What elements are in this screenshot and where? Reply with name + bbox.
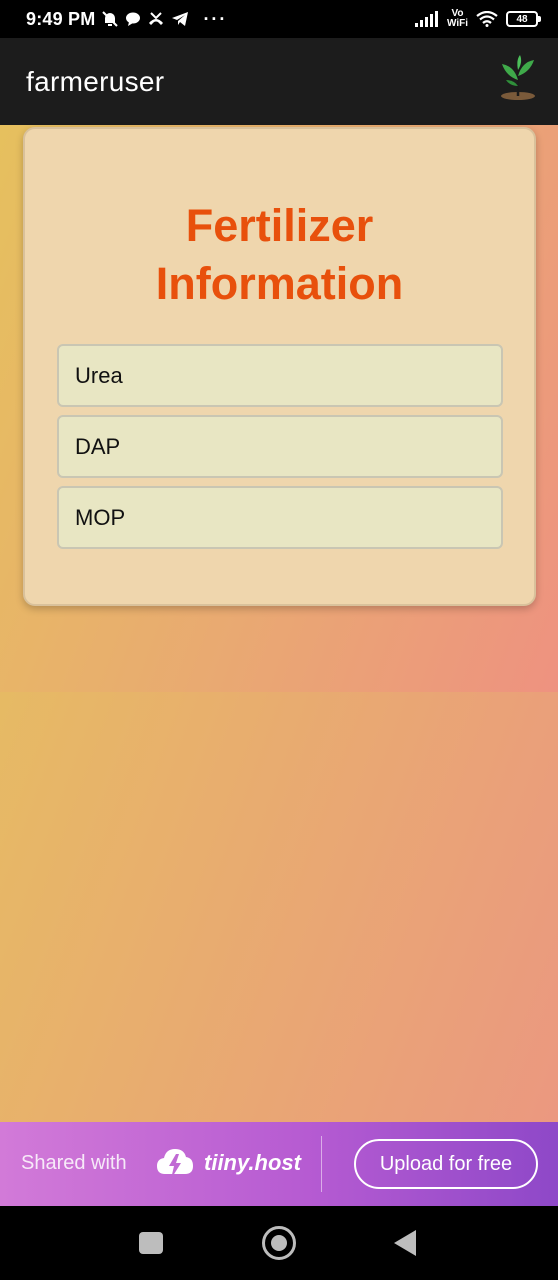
back-triangle-icon[interactable]: [394, 1230, 416, 1256]
tiiny-host-brand[interactable]: tiiny.host: [204, 1150, 301, 1176]
mute-icon: [101, 9, 119, 29]
card-title-line1: Fertilizer: [185, 200, 374, 251]
battery-icon: 48: [506, 11, 541, 27]
card-title-line2: Information: [155, 258, 404, 309]
content-area: Fertilizer Information Urea DAP MOP: [0, 125, 558, 1122]
status-time: 9:49 PM: [26, 8, 96, 29]
recents-square-icon[interactable]: [139, 1232, 163, 1254]
home-circle-icon[interactable]: [262, 1226, 296, 1260]
upload-for-free-button[interactable]: Upload for free: [354, 1139, 538, 1189]
missed-call-icon: [147, 9, 165, 29]
card-title: Fertilizer Information: [25, 197, 534, 313]
app-title: farmeruser: [26, 65, 165, 97]
app-bar: farmeruser: [0, 38, 558, 125]
navigation-bar: [0, 1206, 558, 1280]
status-left: 9:49 PM ···: [26, 9, 227, 30]
more-notifications: ···: [203, 8, 228, 29]
fertilizer-card: Fertilizer Information Urea DAP MOP: [23, 127, 536, 606]
volte-bottom: WiFi: [446, 18, 468, 29]
signal-icon: [414, 9, 439, 29]
banner-divider: [321, 1136, 322, 1192]
shared-with-text: Shared with: [21, 1152, 127, 1174]
fertilizer-item-dap[interactable]: DAP: [57, 415, 503, 478]
content-section: Fertilizer Information Urea DAP MOP: [0, 125, 558, 692]
telegram-icon: [171, 9, 189, 29]
chat-bubble-icon: [125, 9, 141, 29]
fertilizer-item-mop[interactable]: MOP: [57, 486, 503, 549]
share-banner: Shared with tiiny.host Upload for free: [0, 1122, 558, 1206]
status-right: Vo WiFi 48: [414, 9, 541, 29]
screen: 9:49 PM ··· Vo WiFi 48 farmeruser Fertil…: [0, 0, 558, 1280]
plant-sprout-icon[interactable]: [496, 54, 540, 109]
fertilizer-item-urea[interactable]: Urea: [57, 344, 503, 407]
status-bar: 9:49 PM ··· Vo WiFi 48: [0, 0, 558, 38]
volte-indicator: Vo WiFi: [447, 9, 468, 29]
wifi-icon: [476, 9, 498, 29]
